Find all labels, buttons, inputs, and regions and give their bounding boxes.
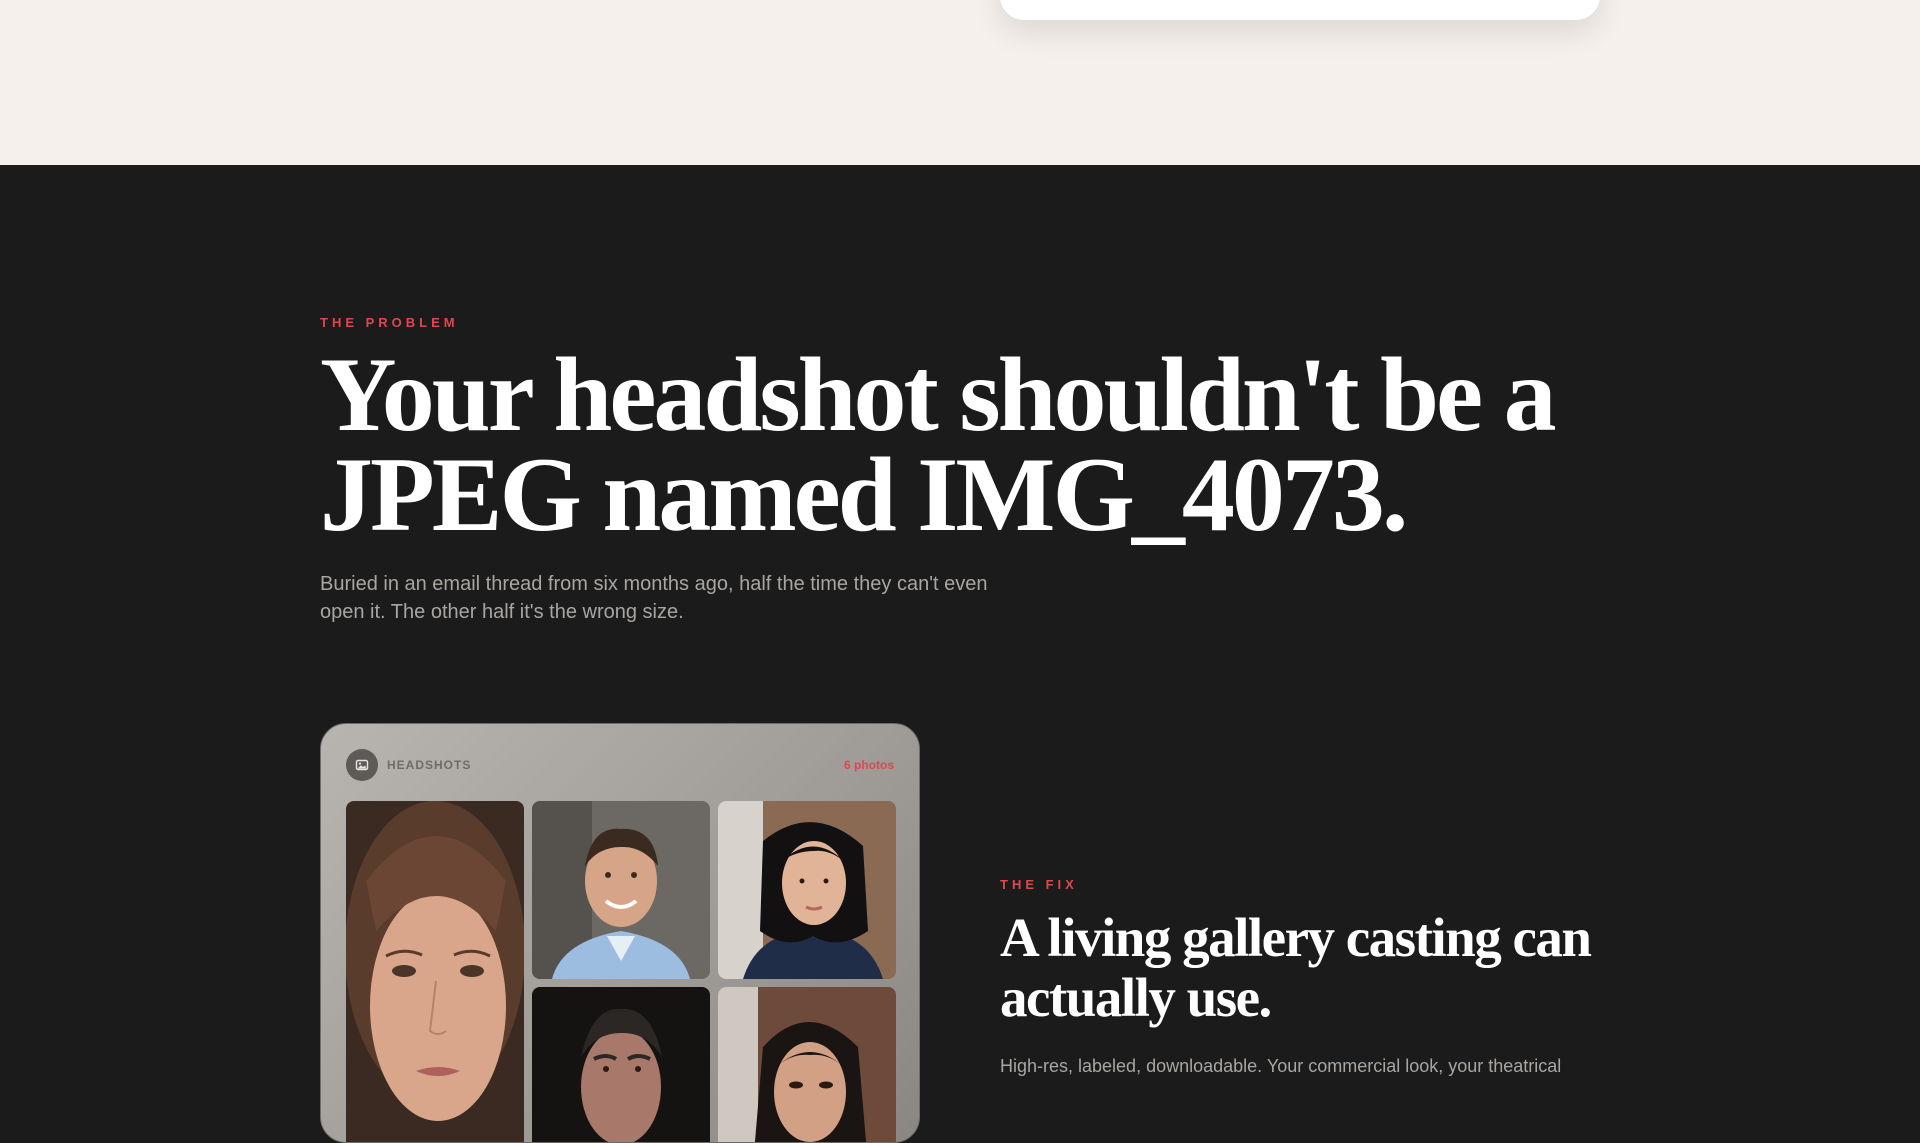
previous-section	[0, 0, 1920, 165]
headshot-photo-2[interactable]	[532, 801, 710, 979]
problem-body: Buried in an email thread from six month…	[320, 573, 988, 623]
problem-headline: Your headshot shouldn't be a JPEG named …	[320, 336, 1557, 553]
previous-card	[1000, 0, 1600, 20]
headshot-photo-1[interactable]	[346, 801, 524, 1142]
fix-body: High-res, labeled, downloadable. Your co…	[1000, 1056, 1562, 1076]
headshot-gallery-card: HEADSHOTS 6 photos	[320, 723, 920, 1143]
headshot-photo-4[interactable]	[532, 987, 710, 1142]
gallery-title: HEADSHOTS	[387, 758, 472, 772]
headshot-photo-5[interactable]	[718, 987, 896, 1142]
headshot-photo-3[interactable]	[718, 801, 896, 979]
image-icon	[346, 749, 378, 781]
fix-headline: A living gallery casting can actually us…	[1000, 907, 1592, 1028]
photo-count[interactable]: 6 photos	[844, 758, 894, 772]
photo-grid	[346, 801, 896, 1142]
fix-eyebrow: THE FIX	[1000, 877, 1078, 892]
problem-eyebrow: THE PROBLEM	[320, 315, 459, 330]
gallery-header: HEADSHOTS 6 photos	[346, 749, 894, 781]
